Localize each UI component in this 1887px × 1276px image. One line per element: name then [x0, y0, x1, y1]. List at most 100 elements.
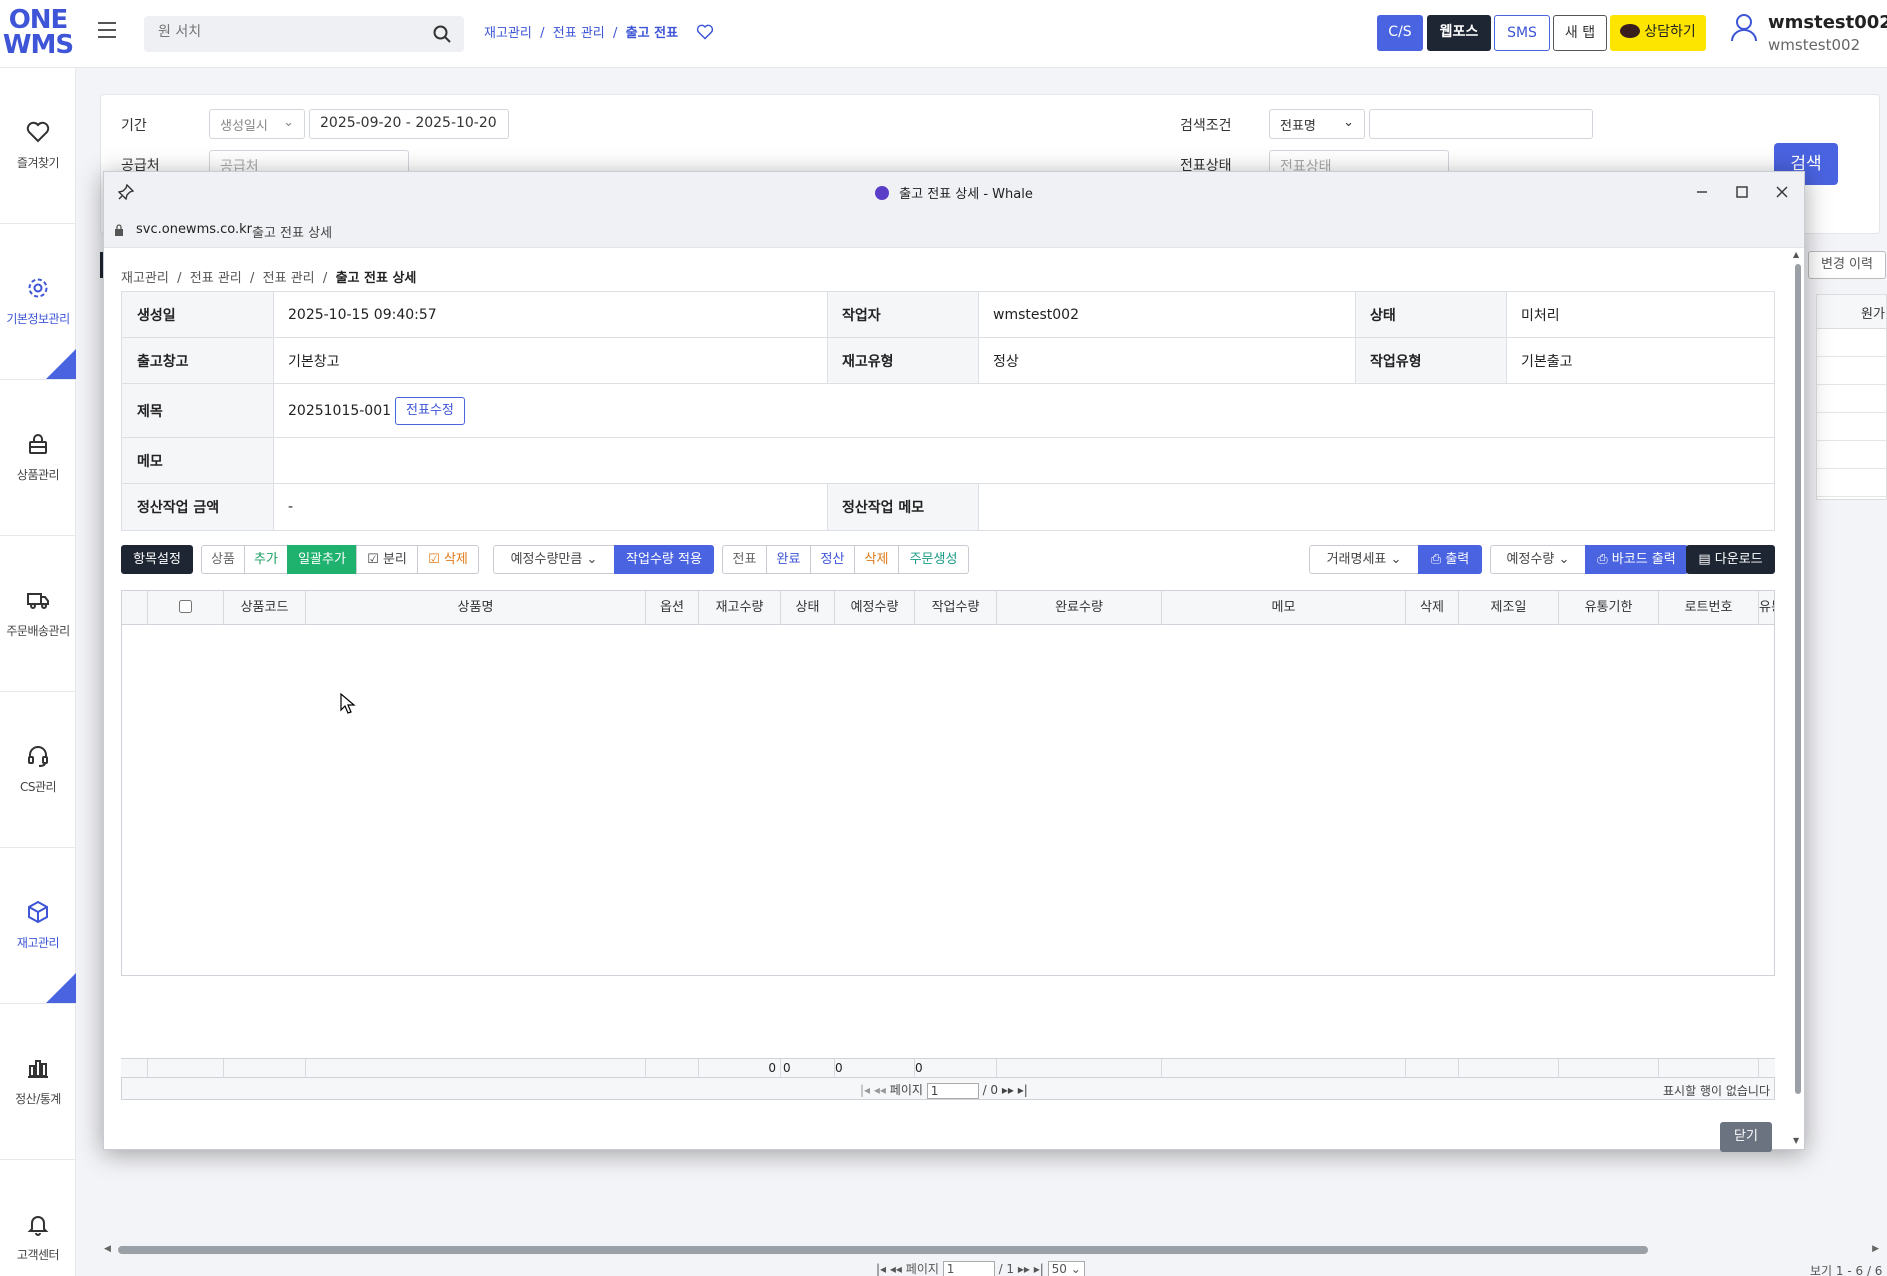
horizontal-scrollbar[interactable]: ◀ ▶ — [104, 1244, 1879, 1256]
col-expected-qty[interactable]: 예정수량 — [835, 591, 915, 625]
col-memo[interactable]: 메모 — [1162, 591, 1406, 625]
col-done-qty[interactable]: 완료수량 — [997, 591, 1162, 625]
apply-work-qty-button[interactable]: 작업수량 적용 — [614, 545, 714, 574]
select-all-checkbox[interactable] — [179, 600, 192, 613]
delete-button[interactable]: ☑ 삭제 — [417, 545, 479, 574]
column-header[interactable]: 원가 — [1817, 295, 1886, 329]
scroll-right-icon[interactable]: ▶ — [1872, 1244, 1879, 1254]
per-page-select[interactable]: 50 ⌄ — [1047, 1261, 1085, 1276]
col-status[interactable]: 상태 — [781, 591, 835, 625]
webpos-button[interactable]: 웹포스 — [1427, 15, 1491, 51]
grid-page-input[interactable]: 1 — [926, 1082, 979, 1099]
sidebar-item-cs[interactable]: CS관리 — [0, 692, 76, 848]
sidebar-item-orders[interactable]: 주문배송관리 — [0, 536, 76, 692]
select-all-header[interactable] — [148, 591, 224, 625]
maximize-icon[interactable] — [1730, 180, 1754, 204]
bell-icon — [27, 1216, 49, 1236]
barcode-print-button[interactable]: ⎙ 바코드 출력 — [1585, 545, 1688, 574]
change-log-button[interactable]: 변경 이력 — [1808, 251, 1886, 279]
memo-label: 메모 — [122, 438, 273, 483]
stock-type-label: 재고유형 — [827, 338, 978, 383]
col-option[interactable]: 옵션 — [646, 591, 699, 625]
search-condition-select[interactable]: 전표명 ⌄ — [1269, 109, 1365, 139]
slip-list-table: 원가 — [1816, 294, 1887, 500]
settle-button[interactable]: 정산 — [810, 545, 855, 574]
col-work-qty[interactable]: 작업수량 — [915, 591, 997, 625]
first-page-icon[interactable]: |◂ — [876, 1262, 886, 1276]
print-button[interactable]: ⎙ 출력 — [1418, 545, 1482, 574]
total-stock-qty: 0 — [699, 1059, 781, 1078]
prev-page-icon[interactable]: ◂◂ — [890, 1262, 902, 1276]
quantity-mode-select[interactable]: 예정수량만큼 ⌄ — [493, 545, 615, 574]
title-cell: 20251015-001 전표수정 — [273, 384, 1774, 437]
sidebar-item-inventory[interactable]: 재고관리 — [0, 848, 76, 1004]
created-value: 2025-10-15 09:40:57 — [288, 306, 437, 323]
popup-vertical-scrollbar[interactable]: ▲ ▼ — [1793, 250, 1803, 1150]
user-avatar-icon[interactable] — [1730, 12, 1758, 42]
search-input[interactable] — [158, 24, 418, 40]
edit-slip-button[interactable]: 전표수정 — [395, 396, 465, 425]
onewms-logo[interactable]: ONE WMS — [0, 7, 76, 60]
col-product-code[interactable]: 상품코드 — [224, 591, 306, 625]
scroll-down-icon[interactable]: ▼ — [1793, 1136, 1799, 1145]
col-lot-number[interactable]: 로트번호 — [1659, 591, 1759, 625]
new-tab-button[interactable]: 새 탭 — [1553, 15, 1607, 51]
expected-qty-select[interactable]: 예정수량 ⌄ — [1490, 545, 1586, 574]
breadcrumb-item[interactable]: 전표 관리 — [553, 26, 605, 41]
sidebar-item-favorites[interactable]: 즐겨찾기 — [0, 68, 76, 224]
last-page-icon[interactable]: ▸| — [1018, 1083, 1028, 1097]
next-page-icon[interactable]: ▸▸ — [1002, 1083, 1014, 1097]
last-page-icon[interactable]: ▸| — [1034, 1262, 1044, 1276]
close-icon[interactable] — [1770, 180, 1794, 204]
heart-icon[interactable] — [696, 24, 714, 40]
search-icon[interactable] — [432, 24, 452, 44]
period-range-input[interactable]: 2025-09-20 - 2025-10-20 — [309, 109, 509, 139]
sidebar-item-support[interactable]: 고객센터 — [0, 1160, 76, 1276]
col-delete[interactable]: 삭제 — [1406, 591, 1459, 625]
memo-value[interactable] — [273, 438, 1774, 483]
user-name[interactable]: wmstest002 — [1768, 12, 1887, 33]
item-settings-button[interactable]: 항목설정 — [121, 545, 193, 574]
slip-group-label: 전표 — [722, 545, 767, 574]
download-button[interactable]: ▤ 다운로드 — [1686, 545, 1775, 574]
split-button[interactable]: ☑ 분리 — [356, 545, 418, 574]
cs-button[interactable]: C/S — [1377, 15, 1423, 51]
col-partial[interactable]: 유통 — [1759, 591, 1774, 625]
minimize-icon[interactable] — [1690, 180, 1714, 204]
scroll-up-icon[interactable]: ▲ — [1793, 250, 1799, 259]
col-stock-qty[interactable]: 재고수량 — [699, 591, 781, 625]
complete-button[interactable]: 완료 — [766, 545, 811, 574]
global-search — [144, 16, 464, 52]
col-manufacture-date[interactable]: 제조일 — [1459, 591, 1559, 625]
col-product-name[interactable]: 상품명 — [306, 591, 646, 625]
prev-page-icon[interactable]: ◂◂ — [874, 1083, 886, 1097]
delete-slip-button[interactable]: 삭제 — [854, 545, 899, 574]
create-order-button[interactable]: 주문생성 — [898, 545, 969, 574]
warehouse-value: 기본창고 — [288, 353, 340, 370]
menu-icon[interactable] — [98, 22, 120, 40]
col-expiry-date[interactable]: 유통기한 — [1559, 591, 1659, 625]
total-expected-qty: 0 — [781, 1059, 835, 1078]
sidebar-item-products[interactable]: 상품관리 — [0, 380, 76, 536]
sidebar-item-settlement[interactable]: 정산/통계 — [0, 1004, 76, 1160]
invoice-select[interactable]: 거래명세표 ⌄ — [1309, 545, 1419, 574]
close-popup-button[interactable]: 닫기 — [1720, 1122, 1772, 1152]
search-condition-input[interactable] — [1369, 109, 1593, 139]
add-button[interactable]: 추가 — [244, 545, 288, 574]
work-type-value: 기본출고 — [1521, 353, 1573, 370]
sms-button[interactable]: SMS — [1494, 15, 1550, 51]
first-page-icon[interactable]: |◂ — [860, 1083, 870, 1097]
whale-browser-icon — [875, 186, 890, 200]
truck-icon — [27, 593, 49, 609]
view-count: 보기 1 - 6 / 6 — [1810, 1264, 1883, 1276]
next-page-icon[interactable]: ▸▸ — [1018, 1262, 1030, 1276]
bulk-add-button[interactable]: 일괄추가 — [287, 545, 357, 574]
bar-chart-icon — [28, 1060, 48, 1078]
scroll-left-icon[interactable]: ◀ — [104, 1244, 111, 1254]
title-value: 20251015-001 — [288, 402, 392, 419]
page-number-input[interactable]: 1 — [942, 1261, 995, 1276]
kakao-consult-button[interactable]: 상담하기 — [1610, 15, 1706, 51]
breadcrumb-item[interactable]: 재고관리 — [484, 26, 532, 41]
period-type-select[interactable]: 생성일시 ⌄ — [209, 109, 305, 139]
sidebar-item-basic-info[interactable]: 기본정보관리 — [0, 224, 76, 380]
